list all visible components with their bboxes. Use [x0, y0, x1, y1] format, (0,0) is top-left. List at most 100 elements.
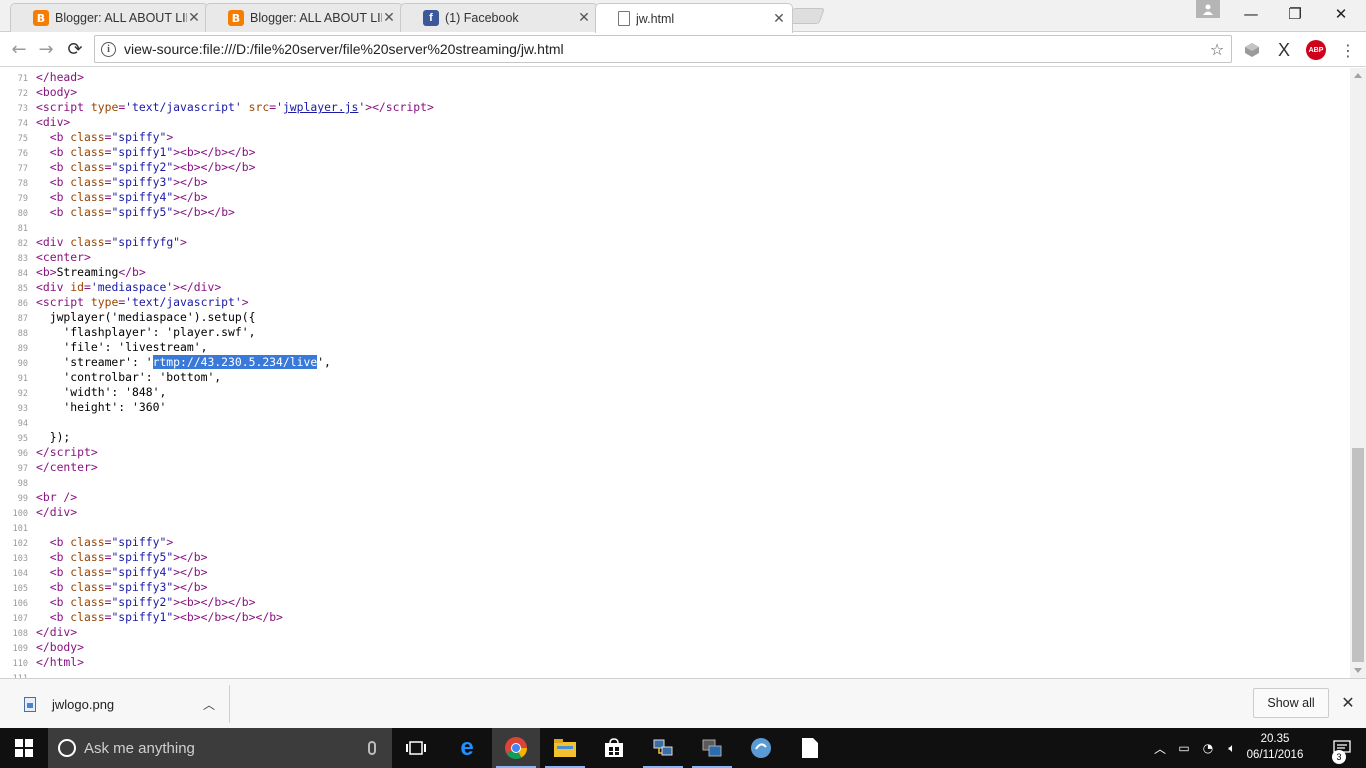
line-code: <b class="spiffy3"></b> — [49, 580, 208, 594]
tab-title: jw.html — [636, 11, 675, 26]
source-line: 85 <div id='mediaspace'></div> — [0, 280, 221, 295]
source-line: 80 <b class="spiffy5"></b></b> — [0, 205, 235, 220]
source-line: 72 <body> — [0, 85, 77, 100]
store-icon[interactable] — [590, 728, 638, 768]
extension-x-icon[interactable]: X — [1274, 40, 1294, 60]
profile-icon[interactable] — [1196, 0, 1220, 18]
download-file-name[interactable]: jwlogo.png — [52, 697, 199, 712]
close-icon[interactable]: ✕ — [577, 10, 591, 26]
scrollbar[interactable] — [1350, 68, 1366, 678]
menu-icon[interactable]: ⋮ — [1338, 40, 1358, 60]
file-explorer-icon[interactable] — [541, 728, 589, 768]
source-line: 88 'flashplayer': 'player.swf', — [0, 325, 256, 340]
script-src-link[interactable]: jwplayer.js — [283, 100, 358, 114]
blogger-icon: B — [33, 10, 49, 26]
edge-icon[interactable]: e — [443, 728, 491, 768]
source-line: 111 — [0, 670, 36, 678]
chevron-up-icon[interactable]: ︿ — [1148, 740, 1172, 757]
source-line: 71 </head> — [0, 70, 84, 85]
forward-button[interactable]: → — [33, 36, 59, 62]
app-icon[interactable] — [688, 728, 736, 768]
download-shelf: jwlogo.png ︿ Show all ✕ — [0, 678, 1366, 728]
back-button[interactable]: ← — [6, 36, 32, 62]
clock-time: 20.35 — [1260, 733, 1290, 745]
line-code: <br /> — [36, 490, 78, 504]
reload-button[interactable]: ⟳ — [62, 36, 88, 62]
source-line: 78 <b class="spiffy3"></b> — [0, 175, 208, 190]
address-url[interactable]: view-source:file:///D:/file%20server/fil… — [124, 41, 1207, 57]
app-circle-icon[interactable] — [737, 728, 785, 768]
tab-title: Blogger: ALL ABOUT LIN — [250, 11, 382, 25]
source-line: 96 </script> — [0, 445, 98, 460]
source-line: 91 'controlbar': 'bottom', — [0, 370, 221, 385]
source-line: 108 </div> — [0, 625, 78, 640]
tab-title: Blogger: ALL ABOUT LIN — [55, 11, 187, 25]
line-code: </center> — [36, 460, 98, 474]
image-file-icon — [24, 696, 36, 712]
close-icon[interactable]: ✕ — [772, 11, 786, 27]
notification-count: 3 — [1332, 750, 1346, 764]
chevron-up-icon[interactable]: ︿ — [199, 696, 219, 713]
close-icon[interactable]: ✕ — [382, 10, 396, 26]
show-all-button[interactable]: Show all — [1253, 688, 1329, 718]
scroll-up-icon[interactable] — [1354, 73, 1362, 78]
line-code: 'streamer': 'rtmp://43.230.5.234/live', — [36, 355, 331, 369]
source-line: 81 — [0, 220, 36, 235]
task-view-icon[interactable] — [392, 728, 440, 768]
scroll-down-icon[interactable] — [1354, 668, 1362, 673]
line-code: }); — [36, 430, 71, 444]
line-code: </script> — [36, 445, 98, 459]
close-icon[interactable]: ✕ — [1338, 693, 1358, 713]
download-item[interactable]: jwlogo.png ︿ — [14, 685, 230, 723]
star-icon[interactable]: ☆ — [1207, 40, 1227, 59]
line-code: jwplayer('mediaspace').setup({ — [36, 310, 256, 324]
close-window-button[interactable]: ✕ — [1318, 0, 1364, 28]
chrome-icon[interactable] — [492, 728, 540, 768]
adblock-plus-icon[interactable]: ABP — [1306, 40, 1326, 60]
line-code: </div> — [36, 625, 78, 639]
blogger-icon: B — [228, 10, 244, 26]
source-view: 71 </head> 72 <body> 73 <script type='text/ja… — [0, 68, 1350, 678]
windows-icon — [15, 739, 33, 757]
source-line: 90 'streamer': 'rtmp://43.230.5.234/live… — [0, 355, 331, 370]
line-code: <script type='text/javascript'> — [36, 295, 249, 309]
source-line: 73 <script type='text/javascript' src='jw… — [0, 100, 434, 115]
network-app-icon[interactable] — [639, 728, 687, 768]
address-bar[interactable]: i view-source:file:///D:/file%20server/f… — [94, 35, 1232, 63]
source-line: 110 </html> — [0, 655, 84, 670]
line-code: <div class="spiffyfg"> — [36, 235, 187, 249]
source-line: 83 <center> — [0, 250, 91, 265]
facebook-icon: f — [423, 10, 439, 26]
extension-cube-icon[interactable] — [1242, 40, 1262, 60]
clock[interactable]: 20.35 06/11/2016 — [1240, 731, 1310, 763]
tab-blogger-2[interactable]: B Blogger: ALL ABOUT LIN ✕ — [205, 3, 403, 32]
cortana-search-box[interactable]: Ask me anything — [48, 728, 392, 768]
restore-button[interactable]: ❐ — [1272, 0, 1318, 28]
source-line: 86 <script type='text/javascript'> — [0, 295, 249, 310]
tab-strip: B Blogger: ALL ABOUT LIN ✕ B Blogger: AL… — [0, 0, 1366, 33]
tab-blogger-1[interactable]: B Blogger: ALL ABOUT LIN ✕ — [10, 3, 208, 32]
line-code: <b>Streaming</b> — [36, 265, 146, 279]
notepad-icon[interactable] — [786, 728, 834, 768]
cortana-icon — [58, 739, 76, 757]
document-icon — [618, 11, 630, 26]
wifi-icon[interactable]: ◔ — [1196, 741, 1220, 755]
close-icon[interactable]: ✕ — [187, 10, 201, 26]
tab-facebook[interactable]: f (1) Facebook ✕ — [400, 3, 598, 32]
source-line: 102 <b class="spiffy"> — [0, 535, 174, 550]
line-code: <div> — [36, 115, 71, 129]
line-code: <b class="spiffy4"></b> — [49, 190, 208, 204]
minimize-button[interactable]: — — [1228, 0, 1274, 28]
info-icon[interactable]: i — [101, 41, 116, 57]
line-code: <body> — [36, 85, 78, 99]
line-code: <b class="spiffy1"><b></b></b> — [49, 145, 256, 159]
microphone-icon[interactable] — [368, 741, 376, 755]
scrollbar-thumb[interactable] — [1352, 448, 1364, 662]
taskbar: Ask me anything e ︿ ▭ ◔ 🔈︎ 20.35 06/11/2… — [0, 728, 1366, 768]
battery-icon[interactable]: ▭ — [1172, 741, 1196, 755]
start-button[interactable] — [0, 728, 48, 768]
source-line: 89 'file': 'livestream', — [0, 340, 208, 355]
source-line: 95 }); — [0, 430, 71, 445]
line-code: <b class="spiffy3"></b> — [49, 175, 208, 189]
tab-jw-html[interactable]: jw.html ✕ — [595, 3, 793, 33]
